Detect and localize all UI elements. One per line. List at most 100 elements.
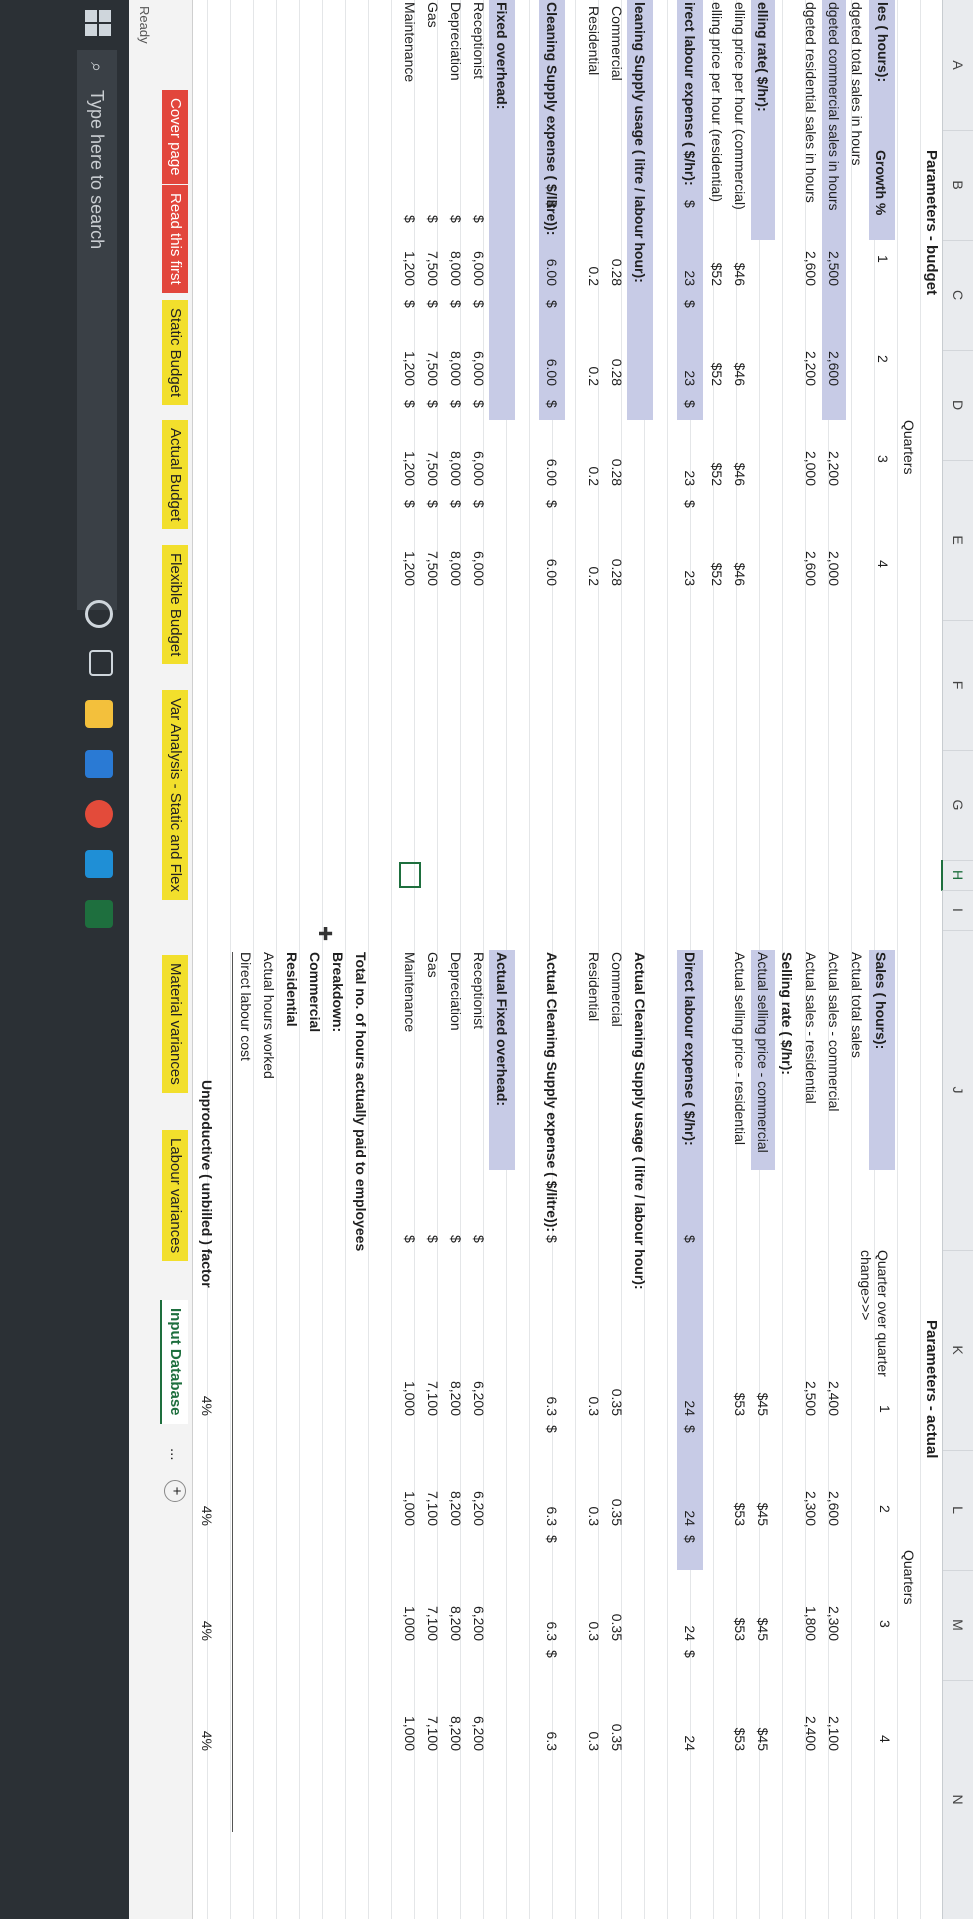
actual-rate-r-q1[interactable]: $53 [730, 1360, 750, 1416]
actual-dl-q2[interactable]: 24 [680, 1470, 700, 1526]
actual-fo2-q3[interactable]: 8,200 [446, 1585, 466, 1641]
actual-dl-q4[interactable]: 24 [680, 1695, 700, 1751]
actual-csu-r-q4[interactable]: 0.3 [584, 1695, 604, 1751]
actual-res-q3[interactable]: 1,800 [801, 1585, 821, 1641]
tab-labour-variances[interactable]: Labour variances [162, 1130, 188, 1262]
actual-rate-r-q4[interactable]: $53 [730, 1695, 750, 1751]
column-header-c[interactable]: C [943, 240, 973, 351]
actual-unp-q2[interactable]: 4% [197, 1470, 217, 1526]
budget-cse-q1[interactable]: 6.00 [542, 230, 562, 286]
worksheet-grid[interactable]: Parameters - budget Quarters Growth % 1 … [193, 0, 943, 1919]
actual-csu-r-q2[interactable]: 0.3 [584, 1470, 604, 1526]
actual-rate-r-q3[interactable]: $53 [730, 1585, 750, 1641]
budget-rate-r-q2[interactable]: $52 [707, 330, 727, 386]
actual-fo1-q1[interactable]: 6,200 [469, 1360, 489, 1416]
budget-fo2-q4[interactable]: 8,000 [446, 530, 466, 586]
actual-unp-q3[interactable]: 4% [197, 1585, 217, 1641]
actual-csu-c-q1[interactable]: 0.35 [607, 1360, 627, 1416]
budget-cse-q2[interactable]: 6.00 [542, 330, 562, 386]
budget-fo3-q4[interactable]: 7,500 [423, 530, 443, 586]
budget-csu-r-q4[interactable]: 0.2 [584, 530, 604, 586]
actual-fo3-q2[interactable]: 7,100 [423, 1470, 443, 1526]
budget-rate-c-q3[interactable]: $46 [730, 430, 750, 486]
windows-start-icon[interactable] [85, 10, 111, 36]
budget-fo4-q3[interactable]: 1,200 [400, 430, 420, 486]
chrome-icon[interactable] [85, 800, 113, 828]
actual-fo4-q2[interactable]: 1,000 [400, 1470, 420, 1526]
selected-cell[interactable] [399, 862, 421, 888]
actual-fo4-q1[interactable]: 1,000 [400, 1360, 420, 1416]
budget-dl-q3[interactable]: 23 [680, 430, 700, 486]
actual-fo1-q2[interactable]: 6,200 [469, 1470, 489, 1526]
column-header-b[interactable]: B [943, 130, 973, 241]
more-tabs-button[interactable]: ... [162, 1440, 188, 1469]
budget-fo4-q1[interactable]: 1,200 [400, 230, 420, 286]
actual-cse-q2[interactable]: 6.3 [542, 1470, 562, 1526]
actual-rate-r-q2[interactable]: $53 [730, 1470, 750, 1526]
budget-res-q2[interactable]: 2,200 [801, 330, 821, 386]
actual-csu-c-q2[interactable]: 0.35 [607, 1470, 627, 1526]
column-header-i[interactable]: I [943, 890, 973, 931]
column-header-a[interactable]: A [943, 0, 973, 131]
budget-rate-r-q1[interactable]: $52 [707, 230, 727, 286]
actual-dl-q3[interactable]: 24 [680, 1585, 700, 1641]
file-explorer-icon[interactable] [85, 700, 113, 728]
budget-csu-c-q3[interactable]: 0.28 [607, 430, 627, 486]
column-header-n[interactable]: N [943, 1680, 973, 1919]
actual-rate-c-q1[interactable]: $45 [753, 1360, 773, 1416]
budget-csu-c-q4[interactable]: 0.28 [607, 530, 627, 586]
actual-fo2-q2[interactable]: 8,200 [446, 1470, 466, 1526]
actual-comm-q3[interactable]: 2,300 [824, 1585, 844, 1641]
budget-dl-q1[interactable]: 23 [680, 230, 700, 286]
budget-res-q4[interactable]: 2,600 [801, 530, 821, 586]
budget-fo1-q4[interactable]: 6,000 [469, 530, 489, 586]
task-view-icon[interactable] [89, 650, 113, 676]
budget-rate-c-q1[interactable]: $46 [730, 230, 750, 286]
actual-dl-q1[interactable]: 24 [680, 1360, 700, 1416]
budget-rate-c-q4[interactable]: $46 [730, 530, 750, 586]
actual-csu-c-q3[interactable]: 0.35 [607, 1585, 627, 1641]
budget-fo3-q2[interactable]: 7,500 [423, 330, 443, 386]
edge-icon[interactable] [85, 850, 113, 878]
tab-material-variances[interactable]: Material variances [162, 955, 188, 1093]
budget-fo2-q3[interactable]: 8,000 [446, 430, 466, 486]
cortana-icon[interactable] [85, 600, 113, 628]
actual-fo1-q4[interactable]: 6,200 [469, 1695, 489, 1751]
actual-cse-q3[interactable]: 6.3 [542, 1585, 562, 1641]
taskbar-search-input[interactable]: Type here to search [77, 50, 117, 610]
column-header-f[interactable]: F [943, 620, 973, 751]
actual-csu-r-q3[interactable]: 0.3 [584, 1585, 604, 1641]
actual-fo3-q1[interactable]: 7,100 [423, 1360, 443, 1416]
add-sheet-button[interactable]: + [164, 1480, 186, 1502]
tab-cover-page[interactable]: Cover page [162, 90, 188, 184]
budget-res-q1[interactable]: 2,600 [801, 230, 821, 286]
actual-res-q1[interactable]: 2,500 [801, 1360, 821, 1416]
actual-rate-c-q3[interactable]: $45 [753, 1585, 773, 1641]
budget-csu-c-q1[interactable]: 0.28 [607, 230, 627, 286]
budget-fo3-q3[interactable]: 7,500 [423, 430, 443, 486]
budget-rate-r-q4[interactable]: $52 [707, 530, 727, 586]
mail-icon[interactable] [85, 750, 113, 778]
actual-fo3-q3[interactable]: 7,100 [423, 1585, 443, 1641]
actual-comm-q4[interactable]: 2,100 [824, 1695, 844, 1751]
budget-dl-q2[interactable]: 23 [680, 330, 700, 386]
budget-res-q3[interactable]: 2,000 [801, 430, 821, 486]
column-header-m[interactable]: M [943, 1570, 973, 1681]
budget-csu-r-q2[interactable]: 0.2 [584, 330, 604, 386]
tab-static-budget[interactable]: Static Budget [162, 300, 188, 406]
actual-cse-q4[interactable]: 6.3 [542, 1695, 562, 1751]
actual-fo2-q1[interactable]: 8,200 [446, 1360, 466, 1416]
column-header-j[interactable]: J [943, 930, 973, 1251]
actual-csu-r-q1[interactable]: 0.3 [584, 1360, 604, 1416]
actual-res-q2[interactable]: 2,300 [801, 1470, 821, 1526]
excel-icon[interactable] [85, 900, 113, 928]
tab-var-analysis[interactable]: Var Analysis - Static and Flex [162, 690, 188, 900]
tab-input-database[interactable]: Input Database [160, 1300, 188, 1424]
actual-fo1-q3[interactable]: 6,200 [469, 1585, 489, 1641]
actual-rate-c-q2[interactable]: $45 [753, 1470, 773, 1526]
actual-csu-c-q4[interactable]: 0.35 [607, 1695, 627, 1751]
budget-fo4-q4[interactable]: 1,200 [400, 530, 420, 586]
budget-comm-q3[interactable]: 2,200 [824, 430, 844, 486]
actual-res-q4[interactable]: 2,400 [801, 1695, 821, 1751]
budget-fo4-q2[interactable]: 1,200 [400, 330, 420, 386]
